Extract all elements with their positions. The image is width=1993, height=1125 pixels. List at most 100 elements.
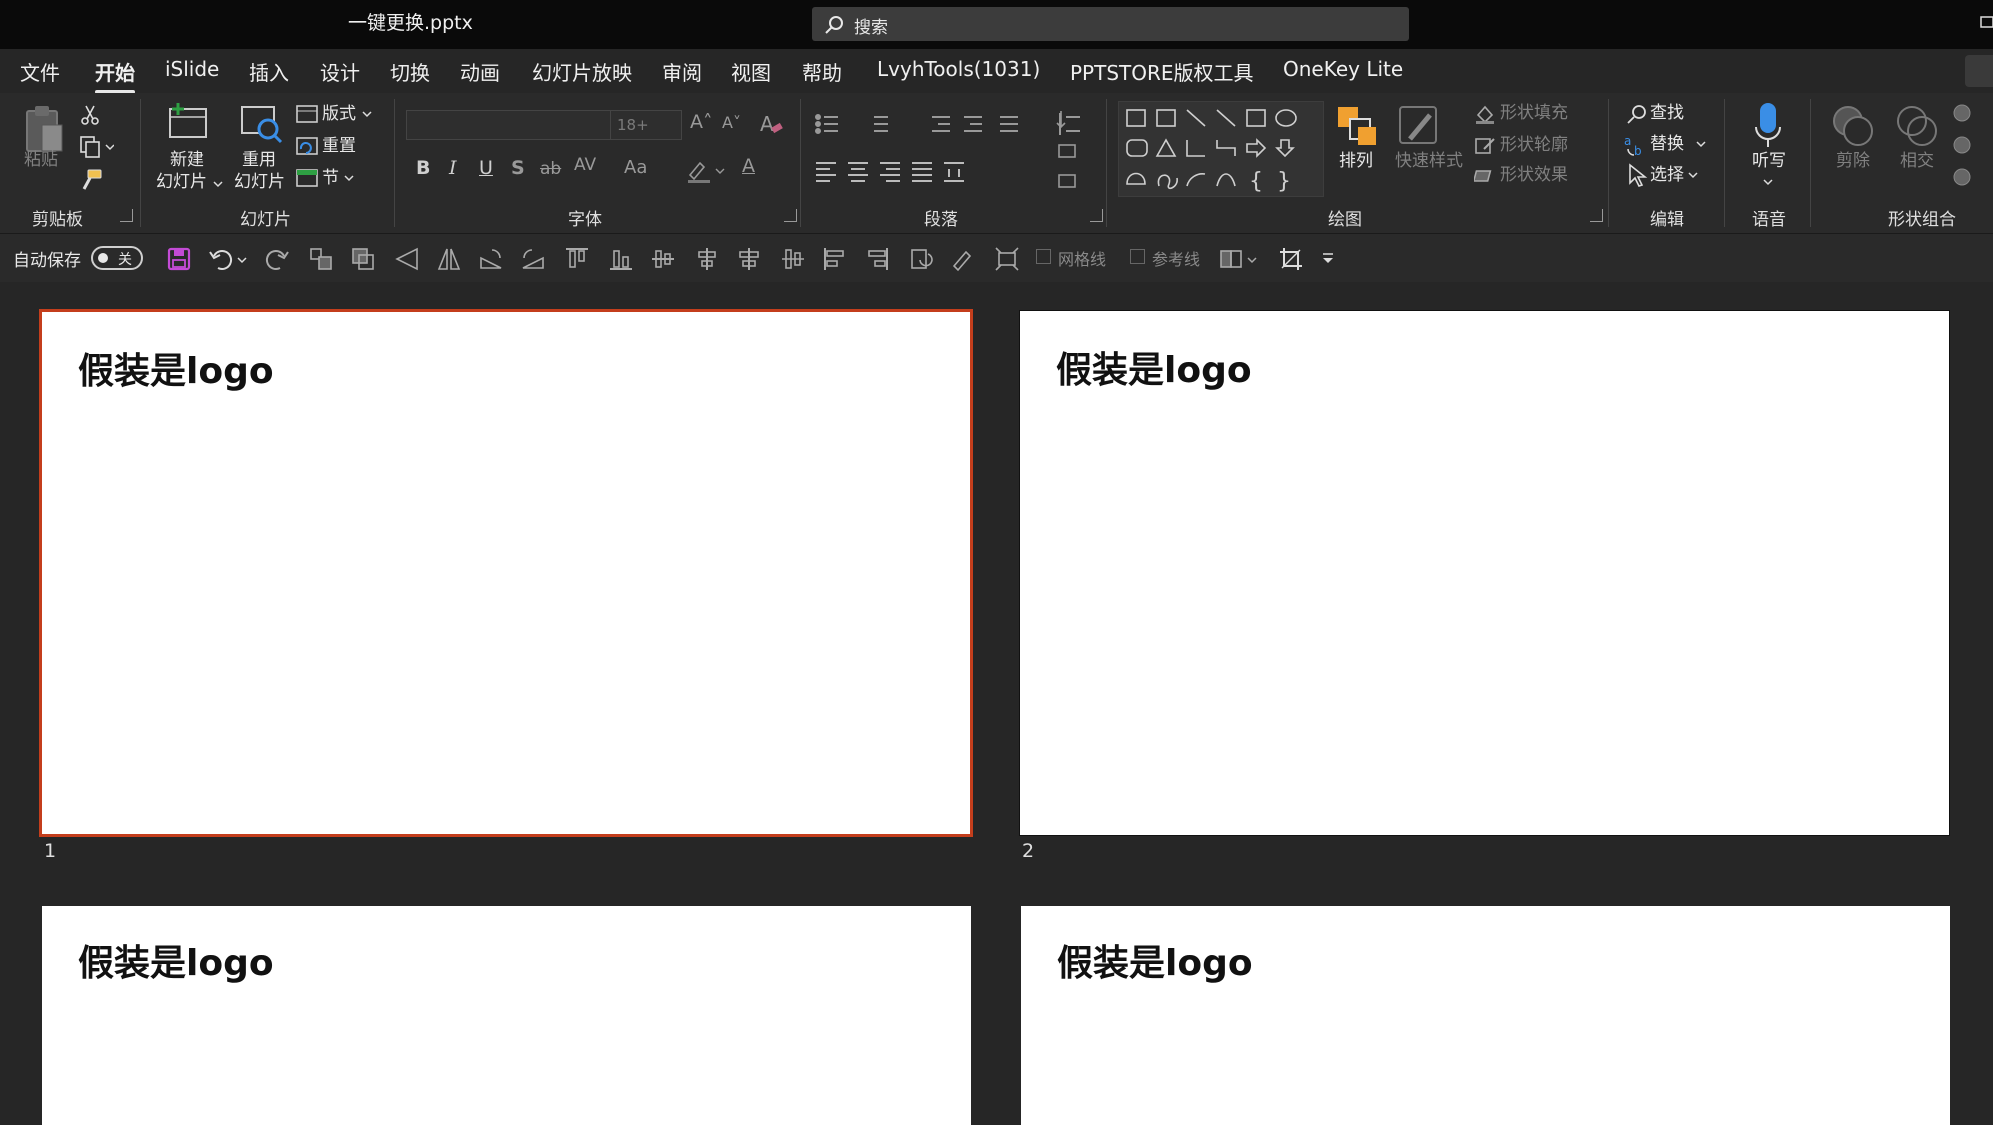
chevron-down-icon[interactable] — [1763, 178, 1773, 186]
clear-formatting-icon[interactable]: A — [758, 111, 784, 137]
flip-horizontal-icon[interactable] — [436, 246, 462, 272]
intersect-shapes-icon[interactable] — [1894, 103, 1940, 149]
chevron-down-icon[interactable] — [213, 180, 223, 188]
shape-outline-icon[interactable] — [1474, 135, 1496, 157]
combine-more-icons[interactable] — [1952, 101, 1993, 193]
share-button[interactable] — [1965, 55, 1993, 87]
tab-help[interactable]: 帮助 — [802, 57, 842, 86]
arrange-icon[interactable] — [1336, 105, 1380, 149]
font-launcher-icon[interactable] — [784, 209, 797, 222]
select-cursor-icon[interactable] — [1626, 163, 1648, 187]
tab-lvyhtools[interactable]: LvyhTools(1031) — [877, 57, 1040, 81]
align-right-icon[interactable] — [864, 246, 890, 272]
search-box[interactable]: 搜索 — [812, 7, 1409, 41]
customize-toolbar-icon[interactable] — [1320, 246, 1336, 272]
view-grid-icon[interactable] — [1218, 246, 1258, 272]
bold-button[interactable]: B — [416, 157, 430, 179]
tab-review[interactable]: 审阅 — [662, 57, 702, 86]
slide-thumbnail[interactable]: 假装是logo — [1019, 310, 1950, 836]
quick-styles-icon[interactable] — [1396, 103, 1442, 149]
tab-pptstore[interactable]: PPTSTORE版权工具 — [1070, 57, 1254, 86]
tab-design[interactable]: 设计 — [320, 57, 360, 86]
list-indent-icons[interactable] — [814, 111, 1084, 139]
paste-icon[interactable] — [24, 103, 66, 155]
text-direction-icons[interactable] — [1055, 107, 1085, 193]
tab-insert[interactable]: 插入 — [249, 57, 289, 86]
tab-slideshow[interactable]: 幻灯片放映 — [532, 57, 632, 86]
shape-effects-label[interactable]: 形状效果 — [1500, 165, 1568, 185]
rotate-left-icon[interactable] — [520, 246, 546, 272]
shadow-button[interactable]: S — [511, 157, 525, 179]
align-center-icon[interactable] — [736, 246, 762, 272]
undo-icon[interactable] — [208, 246, 248, 272]
change-case-button[interactable]: Aa — [624, 157, 647, 178]
paragraph-launcher-icon[interactable] — [1090, 209, 1103, 222]
shape-fill-label[interactable]: 形状填充 — [1500, 103, 1568, 123]
gridlines-checkbox[interactable] — [1036, 249, 1051, 264]
shapes-gallery[interactable]: {} — [1118, 101, 1324, 197]
restore-window-icon[interactable] — [1979, 12, 1993, 32]
arrange-label[interactable]: 排列 — [1339, 151, 1373, 171]
tab-file[interactable]: 文件 — [20, 57, 60, 86]
slide-thumbnail[interactable]: 假装是logo — [39, 309, 973, 837]
layout-icon[interactable] — [296, 105, 318, 123]
copy-icon[interactable] — [78, 135, 114, 159]
decrease-font-icon[interactable]: A˅ — [722, 113, 741, 132]
chevron-down-icon[interactable] — [1688, 171, 1698, 179]
distribute-vertical-icon[interactable] — [694, 246, 720, 272]
reset-label[interactable]: 重置 — [322, 136, 356, 156]
layout-label[interactable]: 版式 — [322, 104, 356, 124]
autosave-toggle[interactable]: 关 — [91, 246, 143, 270]
slide-thumbnail[interactable]: 假装是logo — [1021, 906, 1950, 1125]
select-label[interactable]: 选择 — [1650, 165, 1684, 185]
section-icon[interactable] — [296, 169, 318, 187]
tab-islide[interactable]: iSlide — [165, 57, 219, 81]
highlight-icon[interactable] — [686, 157, 726, 185]
align-left-icon[interactable] — [822, 246, 848, 272]
alignment-icons[interactable] — [814, 159, 1014, 183]
subtract-label[interactable]: 剪除 — [1836, 151, 1870, 171]
format-painter-icon[interactable] — [78, 167, 104, 193]
align-bottom-icon[interactable] — [608, 246, 634, 272]
tab-transitions[interactable]: 切换 — [390, 57, 430, 86]
new-slide-icon[interactable] — [166, 101, 210, 141]
dictate-label[interactable]: 听写 — [1752, 151, 1786, 171]
find-label[interactable]: 查找 — [1650, 103, 1684, 123]
bring-forward-icon[interactable] — [308, 246, 334, 272]
underline-button[interactable]: U — [479, 157, 493, 179]
align-top-icon[interactable] — [564, 246, 590, 272]
shape-fill-icon[interactable] — [1474, 103, 1496, 125]
strikethrough-button[interactable]: ab — [540, 159, 561, 179]
microphone-icon[interactable] — [1752, 101, 1784, 149]
tab-onekey[interactable]: OneKey Lite — [1283, 57, 1403, 81]
tab-view[interactable]: 视图 — [731, 57, 771, 86]
shape-replace-icon[interactable] — [908, 246, 934, 272]
intersect-label[interactable]: 相交 — [1900, 151, 1934, 171]
flip-left-icon[interactable] — [394, 246, 420, 272]
crop-frame-icon[interactable] — [994, 246, 1020, 272]
font-size-combo[interactable]: 18+ — [610, 110, 682, 140]
reuse-slides-icon[interactable] — [238, 103, 284, 145]
send-backward-icon[interactable] — [350, 246, 376, 272]
crop-icon[interactable] — [1278, 246, 1304, 272]
increase-font-icon[interactable]: A˄ — [690, 111, 713, 133]
replace-icon[interactable]: ab — [1624, 133, 1648, 157]
distribute-horizontal-icon[interactable] — [780, 246, 806, 272]
clipboard-launcher-icon[interactable] — [120, 209, 133, 222]
font-name-combo[interactable] — [406, 110, 611, 140]
tab-home[interactable]: 开始 — [95, 57, 135, 94]
quick-styles-label[interactable]: 快速样式 — [1395, 151, 1463, 171]
drawing-launcher-icon[interactable] — [1590, 209, 1603, 222]
chevron-down-icon[interactable] — [1696, 140, 1706, 148]
section-label[interactable]: 节 — [322, 168, 339, 188]
redo-icon[interactable] — [264, 246, 290, 272]
slide-thumbnail[interactable]: 假装是logo — [42, 906, 971, 1125]
cut-icon[interactable] — [78, 103, 102, 127]
shape-outline-label[interactable]: 形状轮廓 — [1500, 135, 1568, 155]
tab-animations[interactable]: 动画 — [460, 57, 500, 86]
rotate-right-icon[interactable] — [478, 246, 504, 272]
find-icon[interactable] — [1626, 103, 1648, 125]
font-color-button[interactable]: A — [742, 155, 755, 177]
guides-checkbox[interactable] — [1130, 249, 1145, 264]
replace-label[interactable]: 替换 — [1650, 134, 1684, 154]
